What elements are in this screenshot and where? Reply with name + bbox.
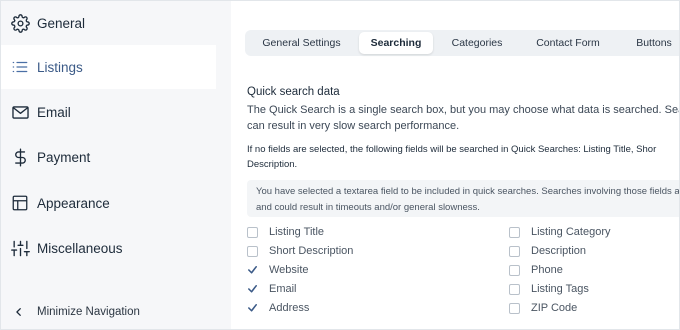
chevron-left-icon xyxy=(11,304,27,320)
default-fields-note: If no fields are selected, the following… xyxy=(247,142,679,172)
checkbox[interactable] xyxy=(509,226,520,238)
sidebar-item-label: General xyxy=(37,15,86,31)
field-label: Email xyxy=(269,283,297,295)
sidebar-item-miscellaneous[interactable]: Miscellaneous xyxy=(1,226,216,270)
tab-label: Searching xyxy=(370,37,422,49)
warning-line: and could result in timeouts and/or gene… xyxy=(256,202,480,213)
note-line: Description. xyxy=(247,159,298,170)
section-title: Quick search data xyxy=(247,86,340,98)
sidebar-item-listings[interactable]: Listings xyxy=(1,45,216,89)
sidebar-item-label: Email xyxy=(37,104,71,120)
field-email[interactable]: Email xyxy=(247,281,297,297)
field-listing-tags[interactable]: Listing Tags xyxy=(509,281,589,297)
tab-searching[interactable]: Searching xyxy=(359,32,433,54)
section-description: The Quick Search is a single search box,… xyxy=(247,102,680,134)
tab-general-settings[interactable]: General Settings xyxy=(251,32,352,54)
list-icon xyxy=(10,57,30,77)
field-label: Address xyxy=(269,302,310,314)
warning-text: You have selected a textarea field to be… xyxy=(256,184,680,216)
field-website[interactable]: Website xyxy=(247,262,309,278)
checkbox[interactable] xyxy=(247,265,258,276)
warning-line: You have selected a textarea field to be… xyxy=(256,186,680,197)
field-address[interactable]: Address xyxy=(247,300,309,316)
field-label: Listing Category xyxy=(531,226,611,238)
field-label: Description xyxy=(531,245,587,257)
field-listing-title[interactable]: Listing Title xyxy=(247,224,324,240)
sidebar-item-appearance[interactable]: Appearance xyxy=(1,181,216,225)
checkbox[interactable] xyxy=(509,302,520,314)
field-label: Listing Tags xyxy=(531,283,589,295)
sidebar-item-general[interactable]: General xyxy=(1,1,216,45)
tab-buttons[interactable]: Buttons xyxy=(623,32,679,54)
checkbox[interactable] xyxy=(509,245,520,257)
textarea-warning: You have selected a textarea field to be… xyxy=(247,180,680,217)
minimize-navigation-button[interactable]: Minimize Navigation xyxy=(1,298,216,326)
note-line: If no fields are selected, the following… xyxy=(247,144,657,155)
settings-tabs: General Settings Searching Categories Co… xyxy=(245,30,679,56)
minimize-navigation-label: Minimize Navigation xyxy=(37,306,140,318)
checkbox[interactable] xyxy=(509,283,520,295)
layout-icon xyxy=(10,193,30,213)
field-label: ZIP Code xyxy=(531,302,578,314)
sidebar-item-email[interactable]: Email xyxy=(1,90,216,134)
tab-categories[interactable]: Categories xyxy=(441,32,513,54)
sidebar-item-label: Payment xyxy=(37,149,91,165)
field-listing-category[interactable]: Listing Category xyxy=(509,224,611,240)
field-zip-code[interactable]: ZIP Code xyxy=(509,300,577,316)
field-phone[interactable]: Phone xyxy=(509,262,563,278)
sidebar-item-payment[interactable]: Payment xyxy=(1,135,216,179)
field-label: Website xyxy=(269,264,309,276)
checkbox[interactable] xyxy=(509,264,520,276)
checkbox[interactable] xyxy=(247,226,258,238)
description-line: can result in very slow search performan… xyxy=(247,120,460,132)
sidebar-item-label: Listings xyxy=(37,59,83,75)
field-description[interactable]: Description xyxy=(509,243,586,259)
checkbox[interactable] xyxy=(247,245,258,257)
description-line: The Quick Search is a single search box,… xyxy=(247,104,680,116)
tab-label: Categories xyxy=(451,37,503,49)
field-label: Short Description xyxy=(269,245,354,257)
dollar-icon xyxy=(10,147,30,167)
sidebar-item-label: Appearance xyxy=(37,195,110,211)
tab-label: Buttons xyxy=(636,37,672,49)
envelope-icon xyxy=(10,102,30,122)
settings-window: General Listings Email Payment Appearanc xyxy=(0,0,680,330)
sidebar-item-label: Miscellaneous xyxy=(37,240,123,256)
gear-icon xyxy=(10,13,30,33)
sliders-icon xyxy=(10,238,30,258)
field-short-description[interactable]: Short Description xyxy=(247,243,353,259)
main-content: General Settings Searching Categories Co… xyxy=(231,1,680,329)
tab-contact-form[interactable]: Contact Form xyxy=(521,32,615,54)
field-label: Phone xyxy=(531,264,563,276)
tab-label: Contact Form xyxy=(536,37,600,49)
tab-label: General Settings xyxy=(262,37,341,49)
checkbox[interactable] xyxy=(247,284,258,295)
sidebar: General Listings Email Payment Appearanc xyxy=(1,1,216,329)
field-label: Listing Title xyxy=(269,226,325,238)
checkbox[interactable] xyxy=(247,303,258,314)
